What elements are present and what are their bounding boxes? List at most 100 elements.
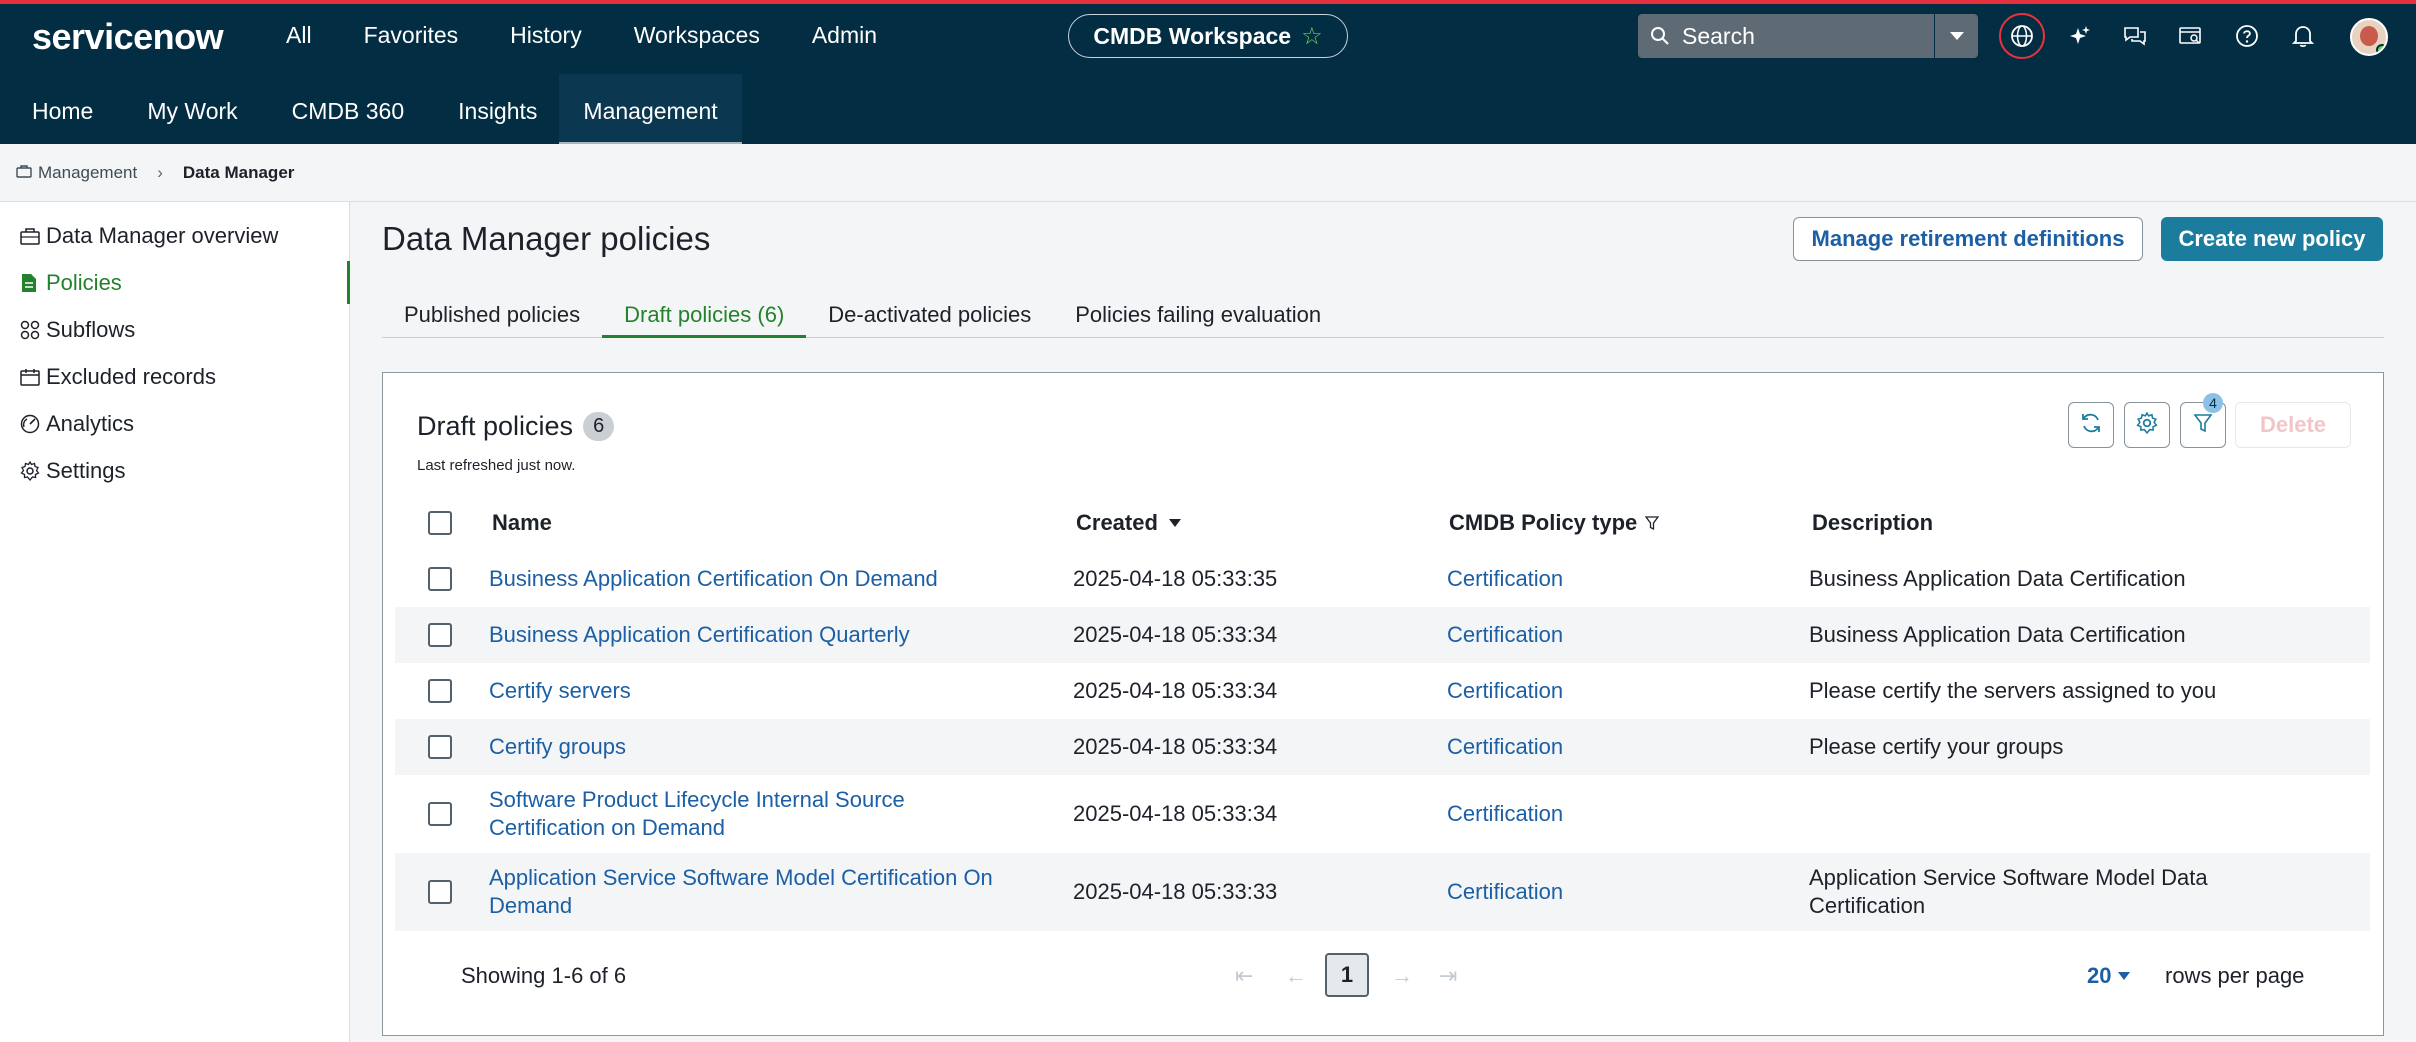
user-avatar[interactable]	[2350, 18, 2388, 56]
filter-button[interactable]: 4	[2180, 393, 2226, 448]
table-row: Business Application Certification On De…	[395, 551, 2370, 607]
card-search-icon[interactable]	[2175, 20, 2207, 52]
policy-name-link[interactable]: Certify groups	[489, 733, 1009, 761]
workspace-pill[interactable]: CMDB Workspace ☆	[1068, 14, 1348, 58]
settings-button[interactable]	[2124, 402, 2170, 448]
pagination: Showing 1-6 of 6 ⇤ ← 1 → ⇥ 20 rows per p…	[383, 949, 2383, 1005]
description-cell: Business Application Data Certification	[1809, 622, 2186, 647]
sort-desc-icon	[1168, 519, 1181, 527]
next-page-icon[interactable]: →	[1391, 963, 1413, 989]
tab-deactivated-policies[interactable]: De-activated policies	[806, 292, 1053, 338]
table-row: Application Service Software Model Certi…	[395, 853, 2370, 931]
created-cell: 2025-04-18 05:33:33	[1073, 879, 1278, 904]
breadcrumb-current: Data Manager	[182, 162, 295, 182]
created-cell: 2025-04-18 05:33:35	[1073, 566, 1278, 591]
sidebar-item-policies[interactable]: Policies	[0, 259, 350, 306]
policy-type-link[interactable]: Certification	[1447, 879, 1563, 905]
policy-name-link[interactable]: Software Product Lifecycle Internal Sour…	[489, 786, 1009, 842]
avatar-image	[2360, 26, 2378, 46]
first-page-icon[interactable]: ⇤	[1235, 963, 1253, 989]
select-all-checkbox[interactable]	[428, 511, 452, 535]
refresh-icon	[2080, 412, 2102, 439]
showing-count: Showing 1-6 of 6	[461, 963, 627, 988]
column-created[interactable]: Created	[1076, 510, 1182, 536]
global-search[interactable]: Search	[1638, 14, 1978, 58]
subflows-icon	[20, 320, 46, 340]
globe-icon[interactable]	[1999, 13, 2045, 59]
nav-admin[interactable]: Admin	[812, 22, 877, 49]
sidebar-item-excluded-records[interactable]: Excluded records	[0, 353, 349, 400]
manage-retirement-definitions-button[interactable]: Manage retirement definitions	[1793, 217, 2143, 261]
policy-type-link[interactable]: Certification	[1447, 622, 1563, 648]
nav-all[interactable]: All	[286, 22, 312, 49]
subnav-home[interactable]: Home	[0, 74, 115, 148]
help-icon[interactable]	[2231, 20, 2263, 52]
search-input[interactable]: Search	[1682, 23, 1934, 50]
workspace-subnav: Home My Work CMDB 360 Insights Managemen…	[0, 74, 742, 148]
refresh-button[interactable]	[2068, 402, 2114, 448]
policy-name-link[interactable]: Certify servers	[489, 677, 1009, 705]
tab-published-policies[interactable]: Published policies	[382, 292, 602, 338]
sidebar-item-subflows[interactable]: Subflows	[0, 306, 349, 353]
nav-history[interactable]: History	[510, 22, 582, 49]
policy-name-link[interactable]: Business Application Certification On De…	[489, 565, 1009, 593]
briefcase-icon	[16, 163, 32, 183]
search-scope-dropdown-icon[interactable]	[1934, 14, 1978, 58]
draft-policies-card: Draft policies 6 Last refreshed just now…	[382, 372, 2384, 1036]
rows-per-page-value: 20	[2087, 963, 2112, 988]
policy-name-link[interactable]: Application Service Software Model Certi…	[489, 864, 1009, 920]
breadcrumb-parent[interactable]: Management	[38, 163, 137, 183]
top-header: servicenow All Favorites History Workspa…	[0, 0, 2416, 148]
rows-per-page-label: rows per page	[2165, 963, 2305, 988]
nav-workspaces[interactable]: Workspaces	[634, 22, 760, 49]
sidebar-item-settings[interactable]: Settings	[0, 447, 349, 494]
gear-icon	[2136, 411, 2158, 439]
description-cell: Business Application Data Certification	[1809, 566, 2186, 591]
chat-icon[interactable]	[2119, 20, 2151, 52]
row-checkbox[interactable]	[428, 567, 452, 591]
row-checkbox[interactable]	[428, 802, 452, 826]
row-checkbox[interactable]	[428, 679, 452, 703]
policy-name-link[interactable]: Business Application Certification Quart…	[489, 621, 1009, 649]
card-title-label: Draft policies	[417, 411, 574, 441]
online-status-icon	[2376, 44, 2386, 54]
policy-type-link[interactable]: Certification	[1447, 801, 1563, 827]
card-title: Draft policies 6	[417, 411, 615, 442]
description-cell: Please certify your groups	[1809, 734, 2064, 759]
sidebar-item-label: Analytics	[46, 410, 135, 436]
tab-draft-policies[interactable]: Draft policies (6)	[602, 292, 807, 338]
created-cell: 2025-04-18 05:33:34	[1073, 622, 1278, 647]
subnav-my-work[interactable]: My Work	[115, 74, 259, 148]
create-new-policy-button[interactable]: Create new policy	[2161, 217, 2383, 261]
created-cell: 2025-04-18 05:33:34	[1073, 801, 1278, 826]
bell-icon[interactable]	[2287, 20, 2319, 52]
table-row: Software Product Lifecycle Internal Sour…	[395, 775, 2370, 853]
filter-icon	[2193, 412, 2213, 439]
delete-button[interactable]: Delete	[2235, 402, 2351, 448]
previous-page-icon[interactable]: ←	[1285, 963, 1307, 989]
policy-type-link[interactable]: Certification	[1447, 734, 1563, 760]
star-icon[interactable]: ☆	[1301, 22, 1323, 51]
description-cell: Please certify the servers assigned to y…	[1809, 678, 2217, 703]
sidebar-item-overview[interactable]: Data Manager overview	[0, 212, 349, 259]
rows-per-page-select[interactable]: 20	[2087, 963, 2131, 989]
sidebar-item-analytics[interactable]: Analytics	[0, 400, 349, 447]
column-name[interactable]: Name	[492, 509, 1012, 537]
servicenow-logo[interactable]: servicenow	[32, 16, 224, 58]
column-description[interactable]: Description	[1812, 509, 2332, 537]
row-checkbox[interactable]	[428, 880, 452, 904]
sparkle-icon[interactable]	[2064, 20, 2096, 52]
policy-type-link[interactable]: Certification	[1447, 678, 1563, 704]
nav-favorites[interactable]: Favorites	[364, 22, 459, 49]
row-checkbox[interactable]	[428, 623, 452, 647]
policy-type-link[interactable]: Certification	[1447, 566, 1563, 592]
page-number-button[interactable]: 1	[1325, 953, 1369, 997]
row-checkbox[interactable]	[428, 735, 452, 759]
subnav-cmdb-360[interactable]: CMDB 360	[260, 74, 426, 148]
subnav-insights[interactable]: Insights	[426, 74, 559, 148]
last-page-icon[interactable]: ⇥	[1439, 963, 1457, 989]
tab-policies-failing-evaluation[interactable]: Policies failing evaluation	[1053, 292, 1343, 338]
gear-icon	[20, 460, 46, 481]
subnav-management[interactable]: Management	[559, 74, 742, 148]
column-policy-type[interactable]: CMDB Policy type	[1449, 510, 1660, 536]
